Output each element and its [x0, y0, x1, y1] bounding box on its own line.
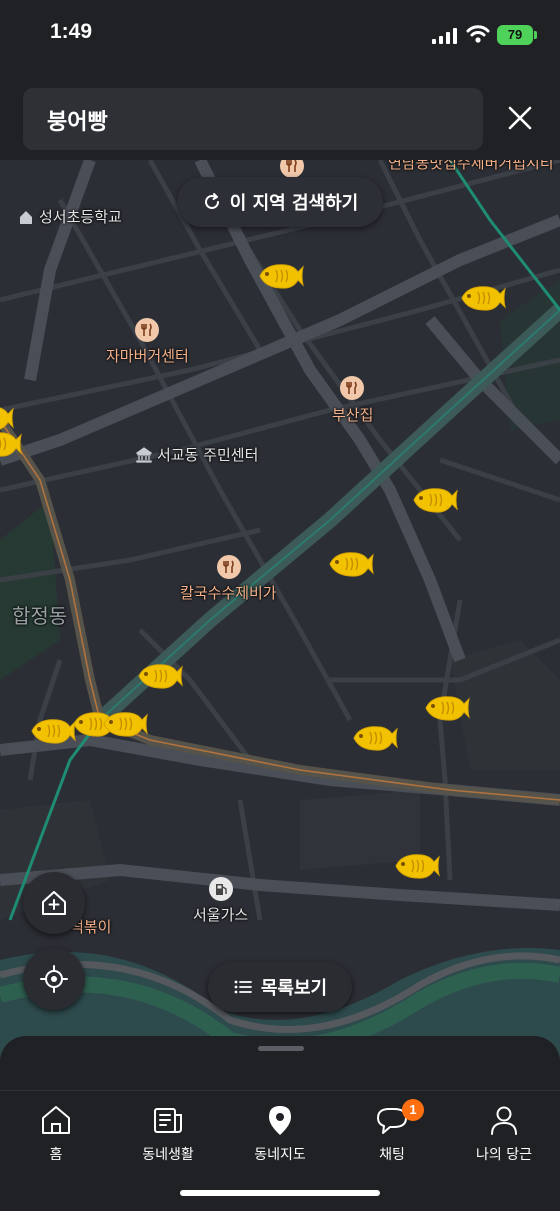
- school-icon: [20, 210, 32, 224]
- fish-bread-marker[interactable]: [256, 260, 304, 292]
- poi-label: 칼국수수제비가: [180, 584, 277, 602]
- restaurant-icon[interactable]: [340, 376, 364, 400]
- tab-neighborhood-map[interactable]: 동네지도: [230, 1103, 330, 1164]
- location-pin-icon: [269, 1106, 291, 1135]
- home-icon: [42, 1106, 70, 1134]
- poi-gas-station[interactable]: 서울가스: [193, 904, 248, 925]
- poi-label: 서울가스: [193, 906, 249, 924]
- current-location-button[interactable]: [23, 948, 85, 1010]
- poi-label: 자마버거센터: [106, 347, 189, 365]
- tab-label: 채팅: [379, 1147, 405, 1163]
- close-icon[interactable]: [502, 100, 538, 136]
- fish-bread-marker[interactable]: [0, 402, 14, 434]
- fish-bread-marker[interactable]: [392, 850, 440, 882]
- poi-label: 성서초등학교: [39, 208, 122, 226]
- tab-label: 동네지도: [254, 1147, 306, 1163]
- search-query-text: 붕어빵: [47, 110, 108, 135]
- tab-label: 나의 당근: [476, 1147, 532, 1163]
- fish-bread-marker[interactable]: [28, 715, 76, 747]
- list-view-label: 목록보기: [260, 978, 328, 999]
- fish-bread-marker[interactable]: [326, 548, 374, 580]
- home-indicator: [180, 1190, 380, 1196]
- restaurant-icon[interactable]: [217, 555, 241, 579]
- newspaper-icon: [154, 1108, 182, 1133]
- list-icon: [234, 980, 252, 994]
- poi-busanjip[interactable]: 부산집: [332, 404, 373, 425]
- tab-label: 홈: [49, 1147, 63, 1163]
- fish-bread-marker[interactable]: [410, 484, 458, 516]
- poi-community-center[interactable]: 서교동 주민센터: [136, 444, 258, 465]
- poi-school[interactable]: 성서초등학교: [18, 206, 122, 227]
- map-view[interactable]: 연남동맛집수제버거펍시티 성서초등학교 자마버거센터 부산집 서교동 주민센터 …: [0, 160, 560, 1060]
- wifi-icon: [466, 25, 490, 43]
- poi-label: 서교동 주민센터: [157, 446, 259, 464]
- sheet-drag-handle[interactable]: [258, 1046, 304, 1051]
- profile-icon: [491, 1106, 517, 1135]
- tab-my-carrot[interactable]: 나의 당근: [454, 1103, 554, 1164]
- battery-indicator: 79: [497, 25, 533, 45]
- tab-community[interactable]: 동네생활: [118, 1103, 218, 1164]
- status-time: 1:49: [50, 20, 93, 43]
- tab-label: 동네생활: [142, 1147, 194, 1163]
- battery-nub: [534, 31, 537, 39]
- poi-label: 연남동맛집수제버거펍시티: [388, 160, 554, 172]
- search-header: 붕어빵: [0, 72, 560, 160]
- tab-home[interactable]: 홈: [6, 1103, 106, 1164]
- status-bar: 1:49 79: [0, 0, 560, 72]
- poi-kalguksu[interactable]: 칼국수수제비가: [180, 582, 277, 603]
- search-input[interactable]: 붕어빵: [23, 88, 483, 150]
- fish-bread-marker[interactable]: [350, 722, 398, 754]
- gas-station-icon[interactable]: [209, 877, 233, 901]
- fish-bread-marker[interactable]: [458, 282, 506, 314]
- cellular-signal-icon: [432, 28, 457, 44]
- home-plus-icon: [42, 891, 66, 915]
- district-label-hapjeong: 합정동: [12, 600, 67, 629]
- list-view-button[interactable]: 목록보기: [208, 962, 352, 1012]
- fish-bread-marker[interactable]: [135, 660, 183, 692]
- add-place-button[interactable]: [23, 872, 85, 934]
- search-this-area-button[interactable]: 이 지역 검색하기: [177, 177, 383, 227]
- search-this-area-label: 이 지역 검색하기: [229, 193, 359, 214]
- poi-restaurant-top[interactable]: 연남동맛집수제버거펍시티: [388, 160, 554, 173]
- refresh-icon: [204, 193, 219, 209]
- tab-chat[interactable]: 1 채팅: [342, 1099, 442, 1164]
- poi-label: 부산집: [332, 406, 374, 424]
- locate-icon: [40, 965, 68, 993]
- poi-label: 합정동: [12, 604, 68, 628]
- restaurant-icon[interactable]: [135, 318, 159, 342]
- fish-bread-marker[interactable]: [100, 708, 148, 740]
- fish-bread-marker[interactable]: [422, 692, 470, 724]
- unread-badge: 1: [402, 1099, 424, 1121]
- government-building-icon: [136, 446, 152, 463]
- poi-burger[interactable]: 자마버거센터: [106, 345, 189, 366]
